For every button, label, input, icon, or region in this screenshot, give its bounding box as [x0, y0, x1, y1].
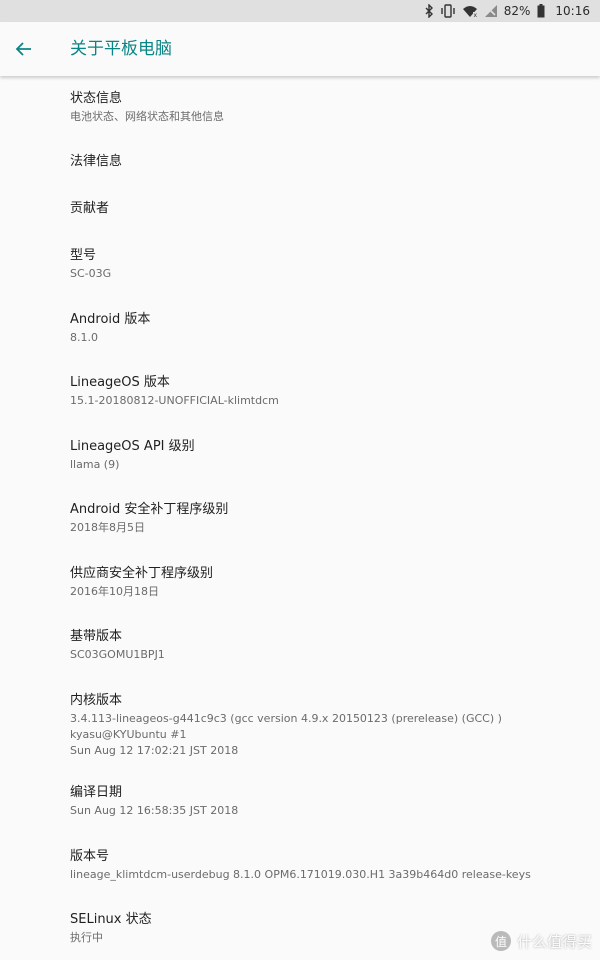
bluetooth-icon [424, 4, 434, 18]
list-item-status[interactable]: 状态信息 电池状态、网络状态和其他信息 [70, 90, 580, 125]
item-title: 内核版本 [70, 693, 123, 708]
item-title: Android 版本 [70, 312, 151, 327]
status-bar: x 82% 10:16 [0, 0, 600, 22]
item-title: 供应商安全补丁程序级别 [70, 566, 214, 581]
list-item-baseband[interactable]: 基带版本 SC03GOMU1BPJ1 [70, 628, 580, 663]
battery-icon [537, 4, 545, 18]
item-title: 编译日期 [70, 785, 123, 800]
list-item-build-number[interactable]: 版本号 lineage_klimtdcm-userdebug 8.1.0 OPM… [70, 848, 580, 883]
page-title: 关于平板电脑 [70, 39, 172, 59]
item-title: SELinux 状态 [70, 912, 152, 927]
status-time: 10:16 [555, 4, 590, 18]
list-item-contributors[interactable]: 贡献者 [70, 200, 580, 217]
list-item-lineageos-api[interactable]: LineageOS API 级别 llama (9) [70, 438, 580, 473]
item-summary: 15.1-20180812-UNOFFICIAL-klimtdcm [70, 394, 279, 407]
app-bar: 关于平板电脑 [0, 22, 600, 76]
arrow-left-icon [15, 42, 31, 56]
item-title: 贡献者 [70, 201, 110, 216]
list-item-android-version[interactable]: Android 版本 8.1.0 [70, 311, 580, 346]
item-title: LineageOS 版本 [70, 375, 170, 390]
item-title: LineageOS API 级别 [70, 439, 195, 454]
back-button[interactable] [0, 25, 48, 73]
item-title: 版本号 [70, 849, 110, 864]
item-summary: 8.1.0 [70, 331, 98, 344]
list-item-security-patch[interactable]: Android 安全补丁程序级别 2018年8月5日 [70, 501, 580, 536]
list-item-vendor-patch[interactable]: 供应商安全补丁程序级别 2016年10月18日 [70, 565, 580, 600]
list-item-build-date[interactable]: 编译日期 Sun Aug 12 16:58:35 JST 2018 [70, 784, 580, 819]
item-summary: 电池状态、网络状态和其他信息 [70, 110, 224, 123]
item-title: 状态信息 [70, 91, 123, 106]
watermark: 值 什么值得买 [490, 928, 592, 954]
item-summary-line: kyasu@KYUbuntu #1 [70, 728, 187, 741]
item-summary-line: Sun Aug 12 17:02:21 JST 2018 [70, 744, 239, 757]
item-summary: 2018年8月5日 [70, 521, 145, 534]
item-title: 基带版本 [70, 629, 123, 644]
item-summary: lineage_klimtdcm-userdebug 8.1.0 OPM6.17… [70, 868, 531, 881]
item-title: 型号 [70, 248, 97, 263]
item-summary-line: 3.4.113-lineageos-g441c9c3 (gcc version … [70, 712, 502, 725]
vibrate-icon [440, 4, 456, 18]
battery-percent: 82% [503, 4, 531, 18]
watermark-logo: 值 [490, 931, 511, 951]
wifi-icon: x [462, 4, 478, 18]
item-summary: SC03GOMU1BPJ1 [70, 648, 165, 661]
signal-off-icon [484, 4, 498, 18]
svg-text:x: x [473, 12, 477, 18]
item-summary: Sun Aug 12 16:58:35 JST 2018 [70, 804, 239, 817]
item-summary: 2016年10月18日 [70, 585, 159, 598]
list-item-lineageos-version[interactable]: LineageOS 版本 15.1-20180812-UNOFFICIAL-kl… [70, 374, 580, 409]
item-summary: SC-03G [70, 267, 112, 280]
watermark-text: 什么值得买 [516, 932, 592, 951]
item-title: 法律信息 [70, 154, 123, 169]
list-item-legal[interactable]: 法律信息 [70, 153, 580, 170]
item-summary: llama (9) [70, 458, 120, 471]
item-title: Android 安全补丁程序级别 [70, 502, 229, 517]
list-item-model[interactable]: 型号 SC-03G [70, 247, 580, 282]
list-item-kernel[interactable]: 内核版本 3.4.113-lineageos-g441c9c3 (gcc ver… [70, 692, 580, 759]
